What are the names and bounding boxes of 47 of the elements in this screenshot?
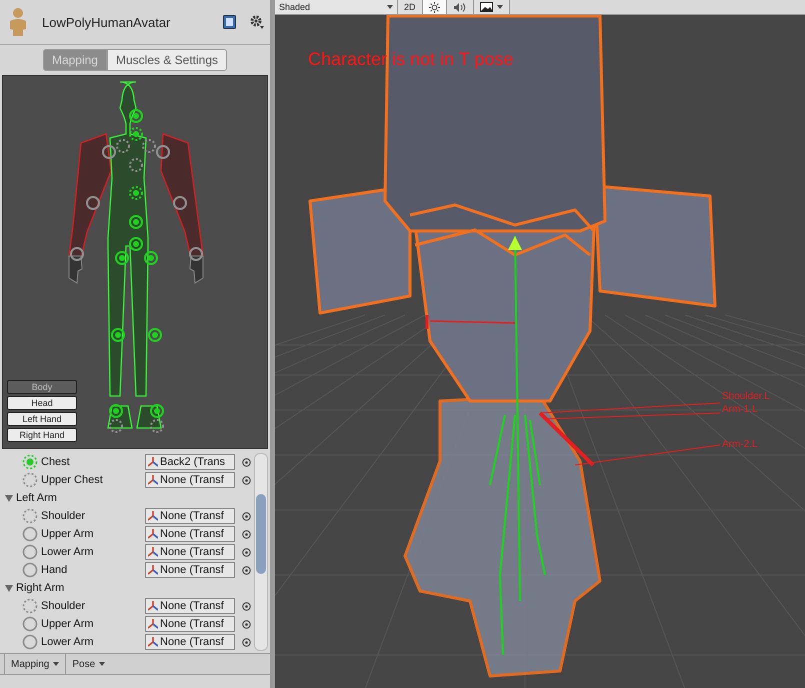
bone-label: Shoulder xyxy=(41,510,86,522)
bone-label: Chest xyxy=(41,456,71,468)
lighting-toggle[interactable] xyxy=(422,0,447,14)
bone-label: Lower Arm xyxy=(41,636,95,648)
transform-field[interactable]: None (Transf xyxy=(145,562,235,578)
footer-menu[interactable]: Pose xyxy=(65,654,112,674)
bone-label: Upper Arm xyxy=(41,618,95,630)
foldout-arrow-icon[interactable] xyxy=(4,493,14,503)
transform-field[interactable]: None (Transf xyxy=(145,508,235,524)
caret-icon xyxy=(99,662,106,666)
bone-label: Upper Arm xyxy=(41,528,95,540)
caret-icon xyxy=(53,662,60,666)
body-part-button[interactable]: Left Hand xyxy=(7,412,77,426)
bone-group-label: Left Arm xyxy=(16,492,57,504)
caret-icon xyxy=(496,5,503,9)
body-part-button[interactable]: Head xyxy=(7,396,77,410)
asset-title: LowPolyHumanAvatar xyxy=(42,14,172,30)
transform-field[interactable]: Back2 (Trans xyxy=(145,454,235,470)
bone-label: Upper Chest xyxy=(41,474,104,486)
sun-icon xyxy=(428,2,440,12)
bone-group-label: Right Arm xyxy=(16,582,64,594)
transform-field[interactable]: None (Transf xyxy=(145,598,235,614)
image-icon xyxy=(480,2,493,12)
avatar-icon xyxy=(8,7,28,37)
scrollbar[interactable] xyxy=(254,453,268,651)
transform-field[interactable]: None (Transf xyxy=(145,544,235,560)
2d-toggle[interactable]: 2D xyxy=(398,0,423,14)
bone-label: Arm-2.L xyxy=(722,439,758,450)
bone-label: Lower Arm xyxy=(41,546,95,558)
settings-icon[interactable] xyxy=(250,15,264,29)
caret-icon xyxy=(387,5,393,9)
footer-menu[interactable]: Mapping xyxy=(4,654,66,674)
bone-label: Shoulder.L xyxy=(722,391,770,402)
body-part-button[interactable]: Right Hand xyxy=(7,428,77,442)
foldout-arrow-icon[interactable] xyxy=(4,583,14,593)
transform-field[interactable]: None (Transf xyxy=(145,634,235,650)
bone-label: Hand xyxy=(41,564,68,576)
bone-label: Shoulder xyxy=(41,600,86,612)
effects-dropdown[interactable] xyxy=(474,0,510,14)
transform-field[interactable]: None (Transf xyxy=(145,526,235,542)
bone-label: Arm-1.L xyxy=(722,404,758,415)
audio-toggle[interactable] xyxy=(446,0,474,14)
transform-field[interactable]: None (Transf xyxy=(145,472,235,488)
mode-tab[interactable]: Muscles & Settings xyxy=(106,49,228,71)
speaker-icon xyxy=(452,2,467,12)
transform-field[interactable]: None (Transf xyxy=(145,616,235,632)
draw-mode-dropdown[interactable]: Shaded xyxy=(275,0,398,14)
